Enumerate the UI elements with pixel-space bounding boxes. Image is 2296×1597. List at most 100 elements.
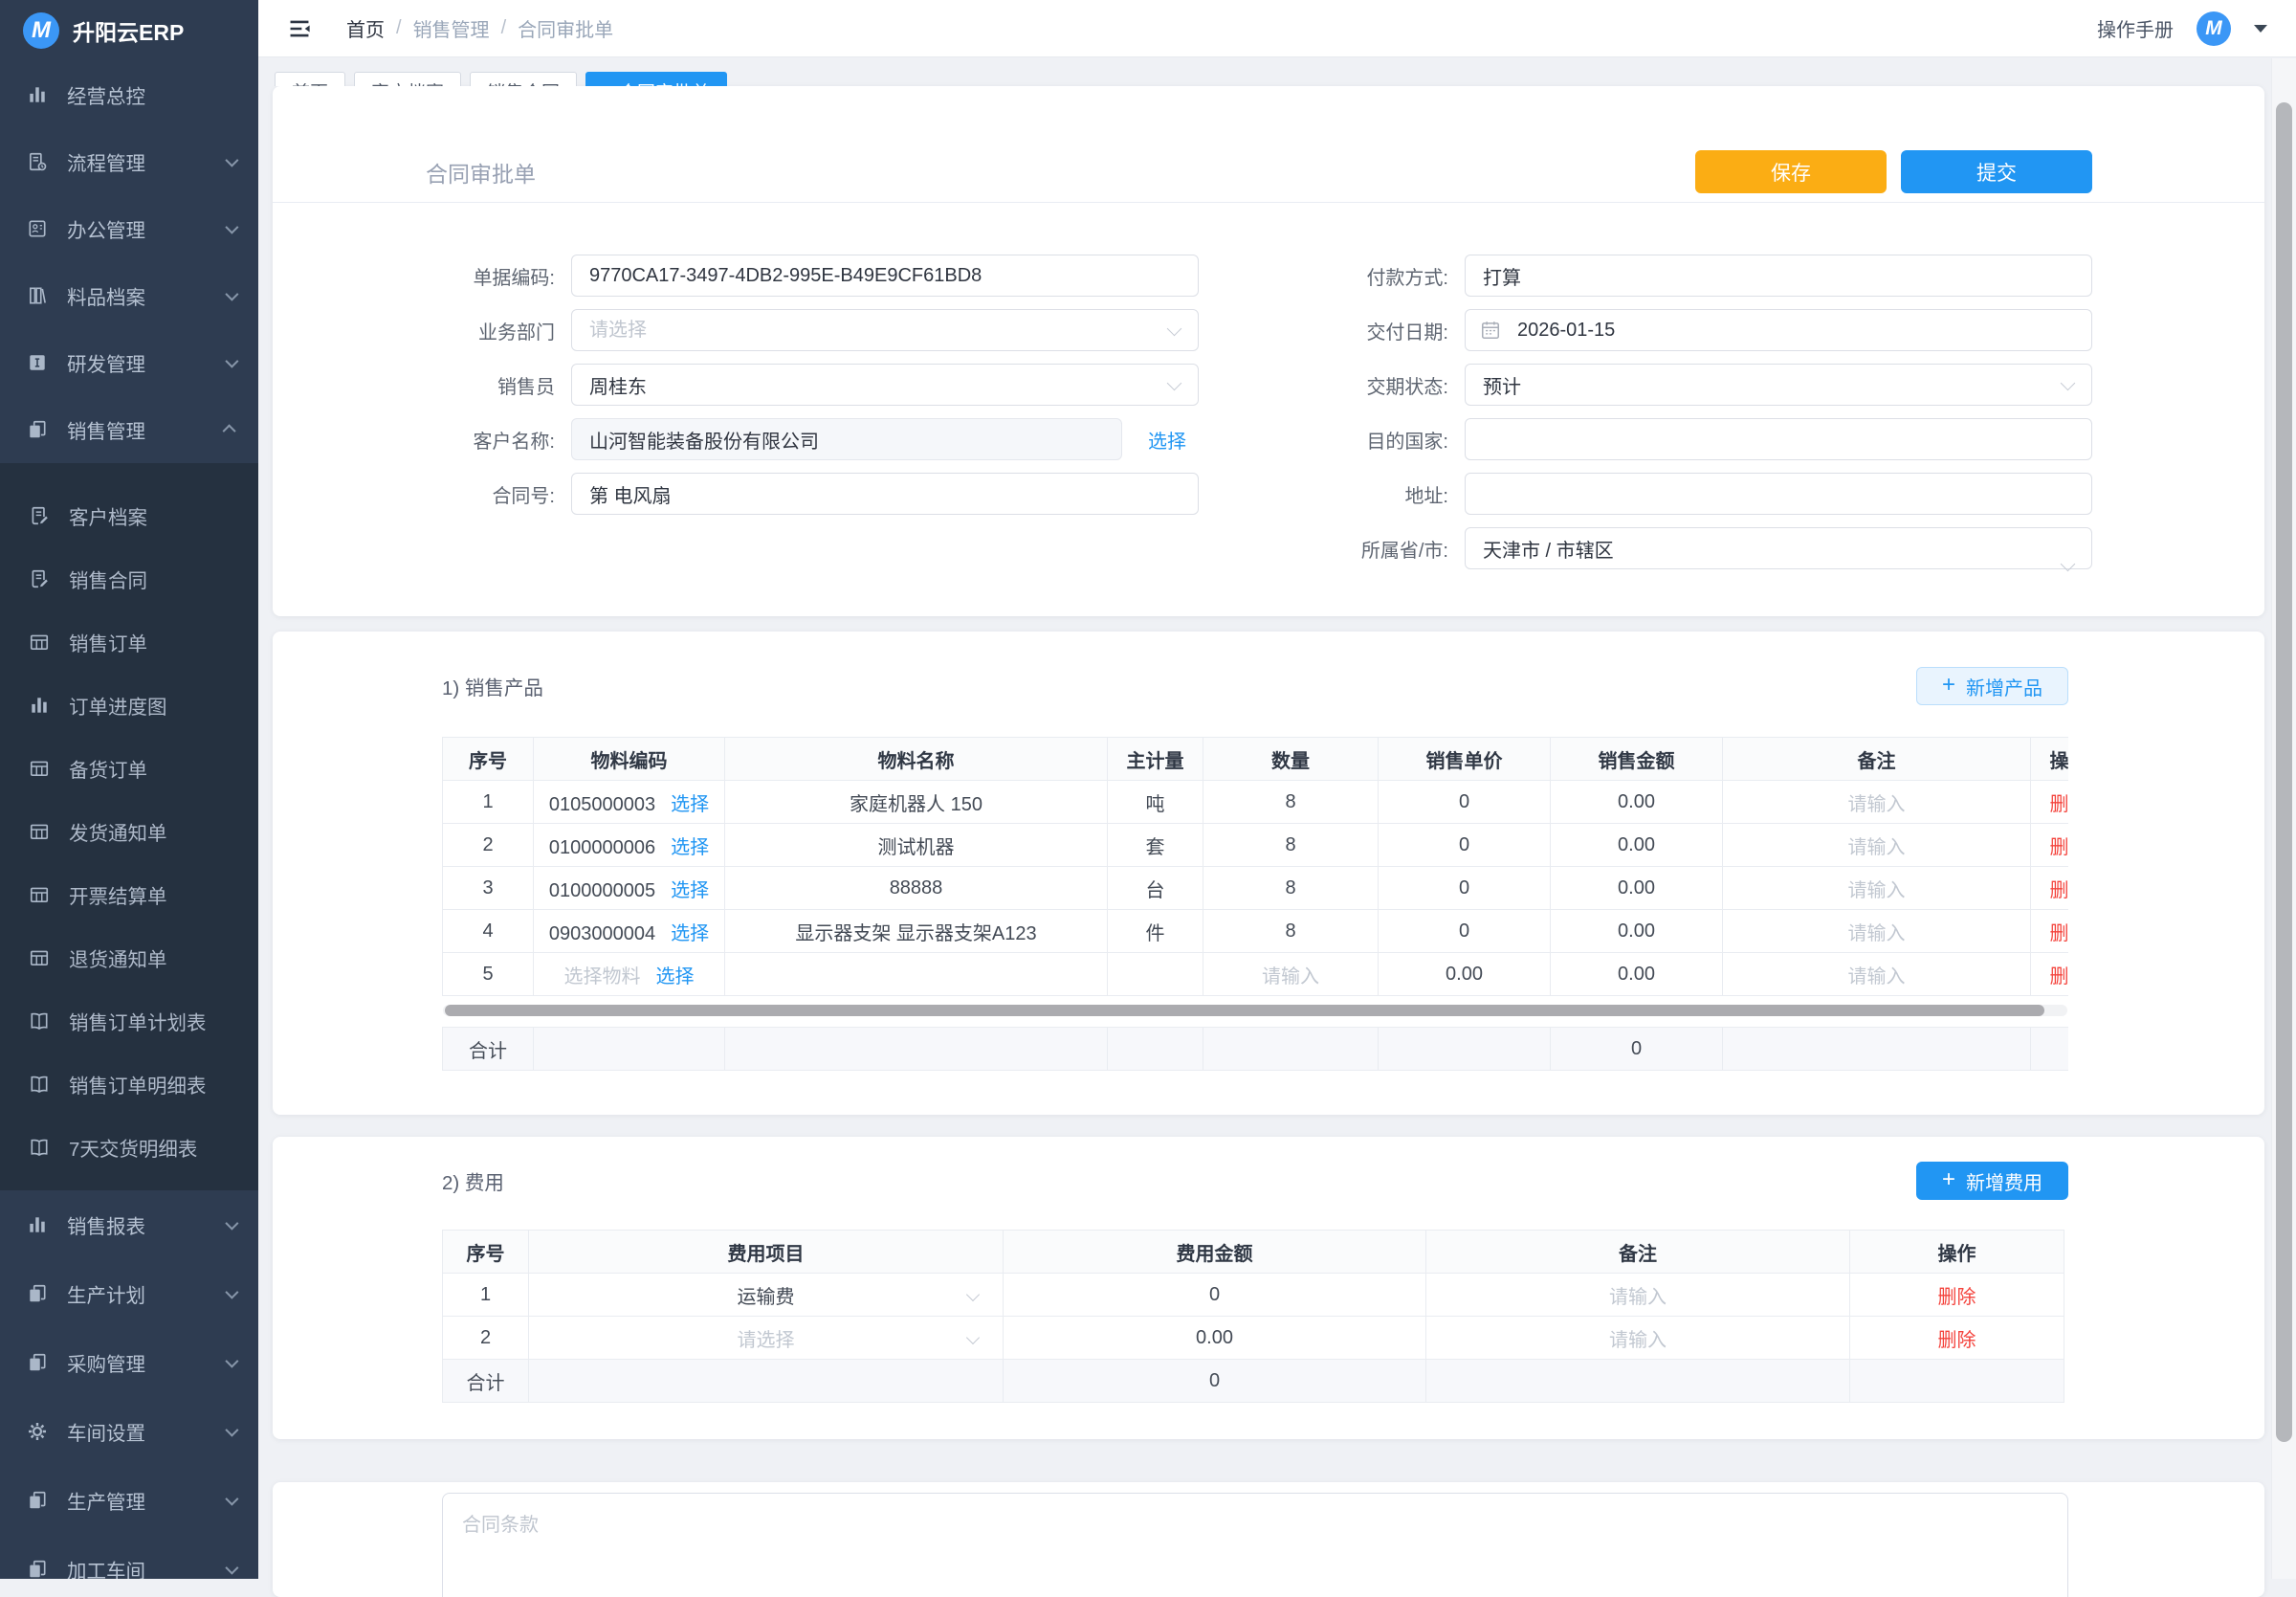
- sidebar-item-sales-reports[interactable]: 销售报表: [0, 1190, 258, 1259]
- copy-docs-icon: [27, 1283, 48, 1304]
- department-select[interactable]: [571, 309, 1199, 351]
- doc-code-input[interactable]: [571, 255, 1199, 297]
- sidebar-bottom-group: 销售报表 生产计划 采购管理 车间设置 生产管理 加工车间: [0, 1190, 258, 1579]
- province-city-select[interactable]: [1465, 527, 2092, 569]
- tab-customer-archive[interactable]: 客户档案: [354, 72, 461, 86]
- form-field-customer: 客户名称: 选择: [426, 418, 1199, 460]
- delete-row-link[interactable]: 删除: [2031, 781, 2069, 824]
- sidebar-item-invoice-settlement[interactable]: 开票结算单: [0, 863, 258, 926]
- remark-input[interactable]: 请输入: [1426, 1317, 1850, 1360]
- add-product-button[interactable]: + 新增产品: [1916, 667, 2068, 705]
- cell-amount: 0.00: [1551, 781, 1723, 824]
- delete-row-link[interactable]: 删除: [1850, 1274, 2064, 1317]
- save-button[interactable]: 保存: [1695, 150, 1887, 193]
- cell-code: 选择物料选择: [534, 953, 725, 996]
- menu-fold-icon[interactable]: [287, 16, 312, 41]
- remark-input[interactable]: 请输入: [1723, 953, 2031, 996]
- sidebar-item-workshop-settings[interactable]: 车间设置: [0, 1397, 258, 1466]
- cell-price[interactable]: 0: [1379, 824, 1551, 867]
- address-input[interactable]: [1465, 473, 2092, 515]
- sidebar-item-sales-contract[interactable]: 销售合同: [0, 547, 258, 610]
- field-label: 销售员: [426, 371, 571, 399]
- caret-down-icon[interactable]: [2254, 25, 2267, 33]
- select-material-link[interactable]: 选择: [671, 923, 709, 944]
- remark-input[interactable]: 请输入: [1723, 781, 2031, 824]
- delete-row-link[interactable]: 删除: [2031, 867, 2069, 910]
- vertical-scrollbar-thumb[interactable]: [2276, 102, 2292, 1442]
- sidebar-item-sales[interactable]: 销售管理: [0, 396, 258, 463]
- dest-country-input[interactable]: [1465, 418, 2092, 460]
- app-name: 升阳云ERP: [73, 14, 184, 47]
- sidebar-item-7day-delivery-report[interactable]: 7天交货明细表: [0, 1116, 258, 1179]
- sidebar-item-order-progress[interactable]: 订单进度图: [0, 674, 258, 737]
- sidebar-item-order-detail-report[interactable]: 销售订单明细表: [0, 1053, 258, 1116]
- sidebar-item-production-mgmt[interactable]: 生产管理: [0, 1466, 258, 1535]
- col-no: 序号: [443, 1231, 529, 1274]
- delete-row-link[interactable]: 删除: [1850, 1317, 2064, 1360]
- cell-price[interactable]: 0.00: [1379, 953, 1551, 996]
- cell-code: 0100000006选择: [534, 824, 725, 867]
- add-fee-button[interactable]: + 新增费用: [1916, 1162, 2068, 1200]
- delete-row-link[interactable]: 删除: [2031, 953, 2069, 996]
- tab-sales-contract[interactable]: 销售合同: [470, 72, 577, 86]
- delivery-status-select[interactable]: [1465, 364, 2092, 406]
- cell-price[interactable]: 0: [1379, 910, 1551, 953]
- delete-row-link[interactable]: 删除: [2031, 910, 2069, 953]
- sidebar-item-shipping-notice[interactable]: 发货通知单: [0, 800, 258, 863]
- fee-item-select[interactable]: 请选择: [529, 1317, 1004, 1360]
- products-section-title: 1) 销售产品: [442, 672, 543, 700]
- sidebar-item-materials[interactable]: 料品档案: [0, 262, 258, 329]
- select-material-link[interactable]: 选择: [656, 966, 695, 987]
- sidebar-item-customer-archive[interactable]: 客户档案: [0, 484, 258, 547]
- tab-label: 客户档案: [371, 78, 444, 87]
- cell-fee-amount[interactable]: 0.00: [1004, 1317, 1426, 1360]
- delivery-date-input[interactable]: [1465, 309, 2092, 351]
- select-material-link[interactable]: 选择: [671, 837, 709, 858]
- sidebar-item-office[interactable]: 办公管理: [0, 195, 258, 262]
- cell-qty[interactable]: 8: [1203, 824, 1379, 867]
- sidebar-item-return-notice[interactable]: 退货通知单: [0, 926, 258, 989]
- qty-input[interactable]: 请输入: [1203, 953, 1379, 996]
- select-material-link[interactable]: 选择: [671, 794, 709, 815]
- sidebar-item-purchasing[interactable]: 采购管理: [0, 1328, 258, 1397]
- calendar-icon: [1480, 320, 1501, 341]
- delete-row-link[interactable]: 删除: [2031, 824, 2069, 867]
- cell-qty[interactable]: 8: [1203, 910, 1379, 953]
- sidebar-item-dashboard[interactable]: 经营总控: [0, 61, 258, 128]
- sidebar-item-rnd[interactable]: 研发管理: [0, 329, 258, 396]
- cell-qty[interactable]: 8: [1203, 867, 1379, 910]
- select-material-link[interactable]: 选择: [671, 880, 709, 901]
- sidebar-item-stock-order[interactable]: 备货订单: [0, 737, 258, 800]
- salesperson-select[interactable]: [571, 364, 1199, 406]
- tab-home[interactable]: 首页: [275, 72, 345, 86]
- cell-price[interactable]: 0: [1379, 781, 1551, 824]
- sidebar-item-processing-workshop[interactable]: 加工车间: [0, 1535, 258, 1579]
- sidebar-item-sales-order[interactable]: 销售订单: [0, 610, 258, 674]
- contract-no-input[interactable]: [571, 473, 1199, 515]
- contract-terms-textarea[interactable]: [442, 1493, 2068, 1597]
- remark-input[interactable]: 请输入: [1723, 867, 2031, 910]
- cell-qty[interactable]: 8: [1203, 781, 1379, 824]
- chevron-up-icon: [223, 424, 236, 437]
- remark-input[interactable]: 请输入: [1723, 910, 2031, 953]
- breadcrumb-home[interactable]: 首页: [346, 14, 385, 42]
- breadcrumb-sales-mgmt[interactable]: 销售管理: [413, 14, 490, 42]
- sidebar-item-process[interactable]: 流程管理: [0, 128, 258, 195]
- table-row-empty: 5 选择物料选择 请输入 0.00 0.00 请输入 删除: [443, 953, 2069, 996]
- c ell-fee-amount[interactable]: 0: [1004, 1274, 1426, 1317]
- sidebar-item-production-plan[interactable]: 生产计划: [0, 1259, 258, 1328]
- tab-contract-approval[interactable]: 合同审批单: [585, 72, 727, 86]
- remark-input[interactable]: 请输入: [1723, 824, 2031, 867]
- submit-button[interactable]: 提交: [1901, 150, 2092, 193]
- user-avatar[interactable]: M: [2197, 11, 2231, 46]
- manual-link[interactable]: 操作手册: [2097, 14, 2174, 42]
- remark-input[interactable]: 请输入: [1426, 1274, 1850, 1317]
- total-label: 合计: [443, 1360, 529, 1403]
- horizontal-scrollbar-thumb[interactable]: [445, 1005, 2044, 1016]
- fee-item-select[interactable]: 运输费: [529, 1274, 1004, 1317]
- sidebar-item-label: 销售管理: [67, 415, 145, 444]
- select-customer-link[interactable]: 选择: [1148, 426, 1186, 454]
- payment-method-input[interactable]: [1465, 255, 2092, 297]
- sidebar-item-order-plan-report[interactable]: 销售订单计划表: [0, 989, 258, 1053]
- cell-price[interactable]: 0: [1379, 867, 1551, 910]
